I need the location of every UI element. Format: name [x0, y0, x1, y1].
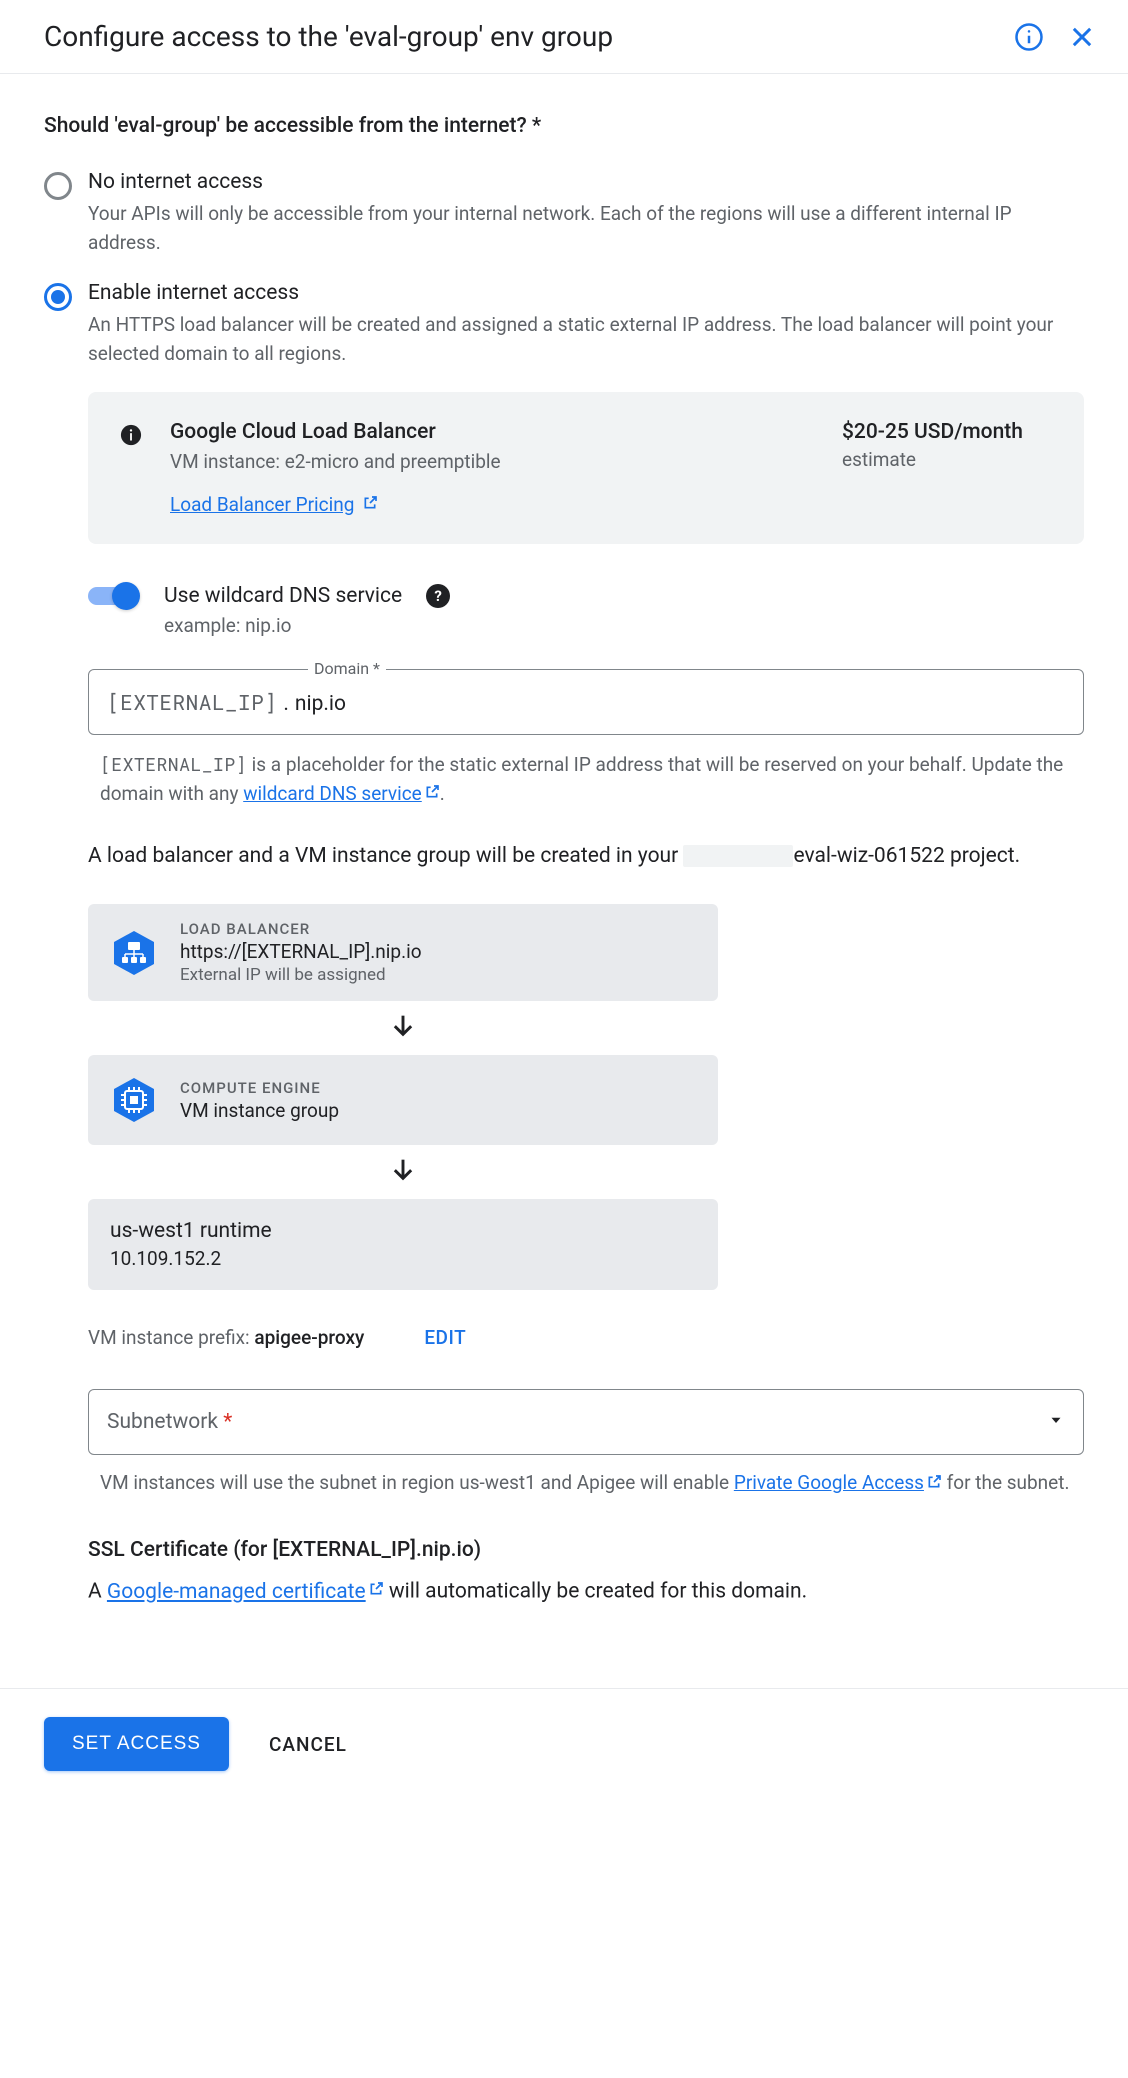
arrow-down-icon	[88, 1145, 718, 1199]
external-link-icon	[368, 1576, 384, 1608]
subnet-helper: VM instances will use the subnet in regi…	[88, 1469, 1084, 1498]
domain-helper: [EXTERNAL_IP] is a placeholder for the s…	[88, 751, 1084, 809]
arch-runtime-box: us-west1 runtime 10.109.152.2	[88, 1199, 718, 1290]
domain-prefix: [EXTERNAL_IP]	[107, 688, 277, 716]
edit-button[interactable]: EDIT	[424, 1326, 466, 1349]
wildcard-dns-link[interactable]: wildcard DNS service	[243, 782, 440, 805]
help-icon[interactable]: ?	[426, 584, 450, 608]
google-managed-cert-link[interactable]: Google-managed certificate	[107, 1580, 384, 1604]
vm-prefix-label: VM instance prefix:	[88, 1326, 254, 1349]
radio-enable-internet-desc: An HTTPS load balancer will be created a…	[88, 311, 1084, 368]
wildcard-example: example: nip.io	[164, 614, 1084, 637]
external-link-icon	[926, 1470, 942, 1499]
ssl-section-title: SSL Certificate (for [EXTERNAL_IP].nip.i…	[88, 1538, 1084, 1562]
info-icon[interactable]	[1014, 22, 1044, 52]
radio-no-internet-desc: Your APIs will only be accessible from y…	[88, 200, 1084, 257]
project-info-text: A load balancer and a VM instance group …	[88, 841, 1084, 873]
vm-prefix-value: apigee-proxy	[254, 1326, 364, 1349]
arch-load-balancer-box: LOAD BALANCER https://[EXTERNAL_IP].nip.…	[88, 904, 718, 1001]
wildcard-dns-toggle[interactable]	[88, 586, 140, 606]
set-access-button[interactable]: SET ACCESS	[44, 1717, 229, 1771]
private-google-access-link[interactable]: Private Google Access	[734, 1471, 942, 1494]
load-balancer-icon	[110, 929, 158, 977]
subnetwork-dropdown[interactable]: Subnetwork *	[88, 1389, 1084, 1455]
close-icon[interactable]	[1068, 23, 1096, 51]
external-link-icon	[362, 493, 378, 516]
domain-field-label: Domain *	[308, 659, 386, 678]
radio-enable-internet[interactable]	[44, 283, 72, 311]
arrow-down-icon	[88, 1001, 718, 1055]
arch-compute-engine-box: COMPUTE ENGINE VM instance group	[88, 1055, 718, 1145]
lb-pricing-link[interactable]: Load Balancer Pricing	[170, 493, 378, 516]
lb-title: Google Cloud Load Balancer	[170, 420, 814, 444]
radio-enable-internet-label: Enable internet access	[88, 281, 1084, 305]
compute-engine-icon	[110, 1076, 158, 1124]
ssl-text: A Google-managed certificate will automa…	[88, 1576, 1084, 1608]
page-title: Configure access to the 'eval-group' env…	[44, 20, 613, 53]
lb-estimate: estimate	[842, 448, 1052, 471]
radio-no-internet-label: No internet access	[88, 170, 1084, 194]
radio-no-internet[interactable]	[44, 172, 72, 200]
domain-input[interactable]	[295, 692, 1065, 716]
wildcard-dns-label: Use wildcard DNS service	[164, 584, 402, 608]
chevron-down-icon	[1047, 1411, 1065, 1433]
cancel-button[interactable]: CANCEL	[269, 1733, 347, 1756]
load-balancer-callout: Google Cloud Load Balancer VM instance: …	[88, 392, 1084, 544]
access-question: Should 'eval-group' be accessible from t…	[44, 114, 1084, 138]
domain-input-container[interactable]: [EXTERNAL_IP].	[88, 669, 1084, 735]
lb-subtitle: VM instance: e2-micro and preemptible	[170, 450, 814, 473]
external-link-icon	[424, 780, 440, 809]
info-filled-icon	[120, 424, 142, 516]
lb-price: $20-25 USD/month	[842, 420, 1052, 444]
redacted-area	[683, 845, 793, 867]
